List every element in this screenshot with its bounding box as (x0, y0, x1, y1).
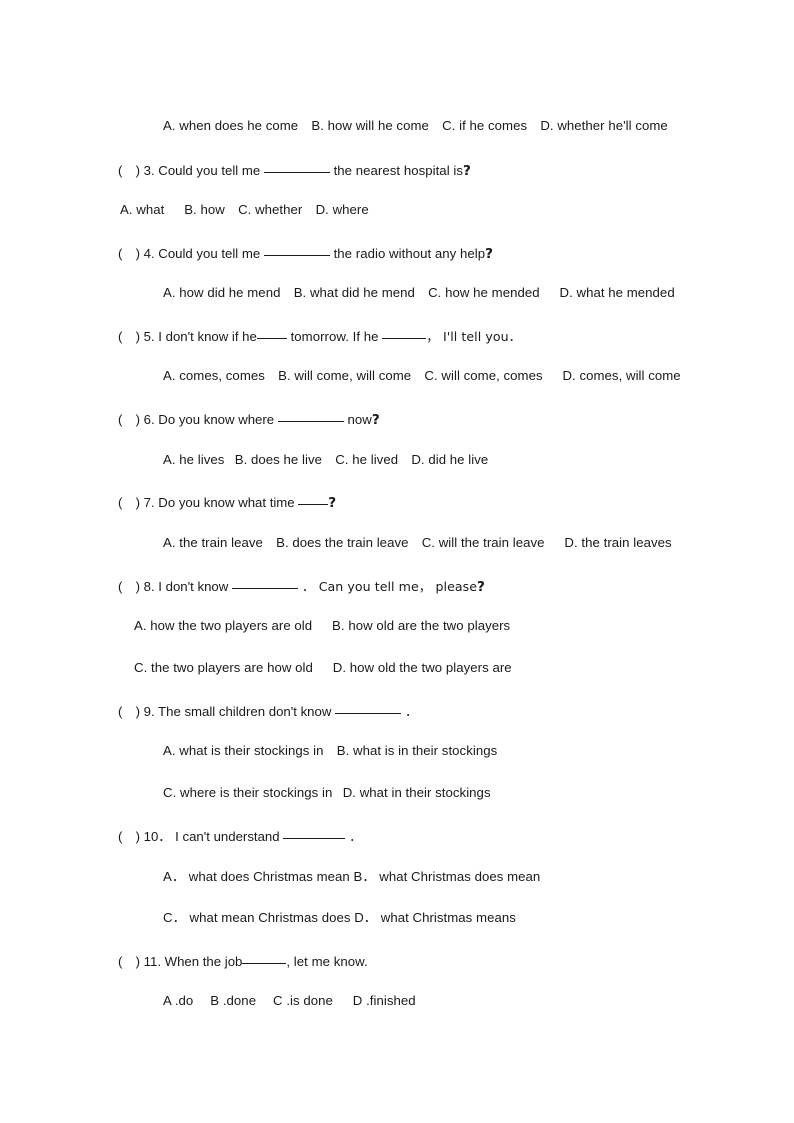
options-text: A. comes, comes B. will come, will come … (163, 368, 681, 383)
options-row-11: A .do B .done C .is done D .finished (0, 993, 794, 1009)
options-row-6: A. he lives B. does he live C. he lived … (0, 452, 794, 468)
blank-5-b (382, 327, 427, 339)
blank-6 (277, 410, 344, 422)
answer-bracket-8[interactable]: ( ) 8. I don't know (118, 579, 232, 594)
question-mark-7: ? (328, 495, 337, 511)
options-row-4: A. how did he mend B. what did he mend C… (0, 285, 794, 301)
stem-mid-5: tomorrow. If he (286, 329, 383, 344)
question-stem-4: ( ) 4. Could you tell me the radio witho… (0, 244, 794, 262)
options-text: A． what does Christmas mean B． what Chri… (163, 869, 541, 884)
stem-tail-8: ． Can you tell me， please (297, 579, 478, 594)
blank-5-a (256, 327, 287, 339)
answer-bracket-10[interactable]: ( ) 10． I can't understand (118, 829, 283, 844)
question-stem-8: ( ) 8. I don't know ． Can you tell me， p… (0, 577, 794, 595)
options-row-9-1: A. what is their stockings in B. what is… (0, 743, 794, 759)
stem-tail-6: now (343, 412, 372, 427)
options-row-8-2: C. the two players are how old D. how ol… (0, 660, 794, 676)
stem-tail-4: the radio without any help (329, 246, 486, 261)
options-row-8-1: A. how the two players are old B. how ol… (0, 618, 794, 634)
period-5: ． (508, 329, 522, 344)
options-text: A. what B. how C. whether D. where (120, 202, 369, 217)
question-mark-8: ? (477, 579, 485, 595)
question-stem-10: ( ) 10． I can't understand ． (0, 827, 794, 845)
question-mark-6: ? (371, 412, 380, 428)
question-mark-3: ? (463, 163, 471, 179)
options-row-9-2: C. where is their stockings in D. what i… (0, 785, 794, 801)
stem-tail-9: ． (401, 704, 418, 719)
question-stem-9: ( ) 9. The small children don't know ． (0, 702, 794, 720)
answer-bracket-5[interactable]: ( ) 5. I don't know if he (118, 329, 257, 344)
options-text: C. the two players are how old D. how ol… (134, 660, 512, 675)
options-row-5: A. comes, comes B. will come, will come … (0, 368, 794, 384)
options-text: A. when does he come B. how will he come… (163, 118, 668, 133)
answer-bracket-11[interactable]: ( ) 11. When the job (118, 954, 242, 969)
stem-tail-5: ， I'll tell you (426, 329, 509, 344)
question-stem-5: ( ) 5. I don't know if he tomorrow. If h… (0, 327, 794, 345)
options-row-10-2: C． what mean Christmas does D． what Chri… (0, 910, 794, 926)
options-text: A. he lives B. does he live C. he lived … (163, 452, 489, 467)
question-stem-3: ( ) 3. Could you tell me the nearest hos… (0, 161, 794, 179)
options-row-10-1: A． what does Christmas mean B． what Chri… (0, 869, 794, 885)
blank-7 (298, 493, 329, 505)
blank-10 (283, 827, 346, 839)
options-text: A .do B .done C .is done D .finished (163, 993, 416, 1008)
question-stem-11: ( ) 11. When the job , let me know. (0, 952, 794, 970)
question-stem-7: ( ) 7. Do you know what time ? (0, 493, 794, 511)
answer-bracket-7[interactable]: ( ) 7. Do you know what time (118, 495, 298, 510)
options-row-7: A. the train leave B. does the train lea… (0, 535, 794, 551)
stem-tail-11: , let me know. (286, 954, 368, 969)
options-text: A. how did he mend B. what did he mend C… (163, 285, 675, 300)
options-row-3: A. what B. how C. whether D. where (0, 202, 794, 218)
options-text: A. the train leave B. does the train lea… (163, 535, 672, 550)
stem-tail-10: ． (345, 829, 362, 844)
blank-9 (335, 702, 402, 714)
answer-bracket-6[interactable]: ( ) 6. Do you know where (118, 412, 278, 427)
options-text: C. where is their stockings in D. what i… (163, 785, 491, 800)
options-text: C． what mean Christmas does D． what Chri… (163, 910, 516, 925)
worksheet-page: A. when does he come B. how will he come… (0, 0, 794, 1123)
blank-11 (242, 952, 287, 964)
options-row-orphan: A. when does he come B. how will he come… (0, 118, 794, 134)
question-stem-6: ( ) 6. Do you know where now? (0, 410, 794, 428)
answer-bracket-9[interactable]: ( ) 9. The small children don't know (118, 704, 335, 719)
answer-bracket-4[interactable]: ( ) 4. Could you tell me (118, 246, 264, 261)
options-text: A. how the two players are old B. how ol… (134, 618, 511, 633)
question-mark-4: ? (485, 246, 494, 262)
blank-3 (263, 161, 330, 173)
answer-bracket-3[interactable]: ( ) 3. Could you tell me (118, 163, 264, 178)
options-text: A. what is their stockings in B. what is… (163, 743, 498, 758)
blank-4 (263, 244, 330, 256)
stem-tail-3: the nearest hospital is (329, 163, 464, 178)
blank-8 (231, 577, 298, 589)
